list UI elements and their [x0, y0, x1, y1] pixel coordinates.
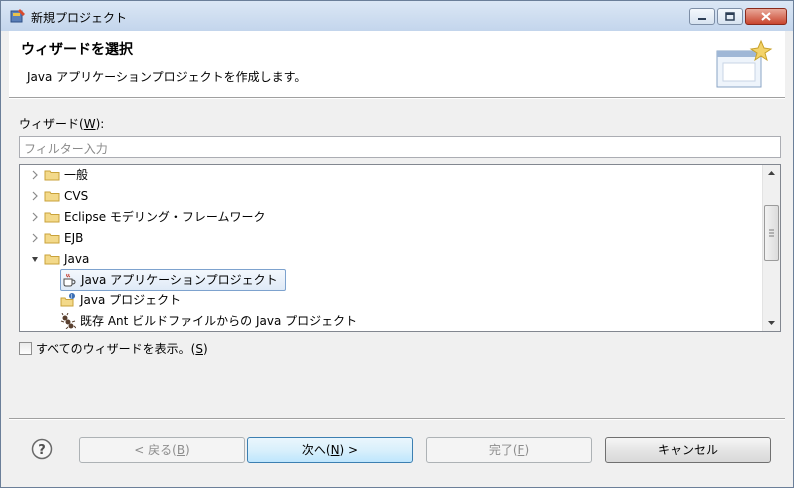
back-button[interactable]: < 戻る(B) — [79, 437, 245, 463]
scroll-down-arrow-icon[interactable] — [763, 314, 780, 331]
svg-text:?: ? — [38, 443, 46, 458]
checkbox-box[interactable] — [19, 342, 32, 355]
window-title: 新規プロジェクト — [31, 11, 128, 25]
tree-item-label: Java アプリケーションプロジェクト — [81, 273, 278, 287]
scroll-up-arrow-icon[interactable] — [763, 165, 780, 182]
new-project-dialog: 新規プロジェクト ウィザードを選択 Java アプリケーションプロジェクトを作成… — [0, 0, 794, 488]
collapse-arrow-icon[interactable] — [30, 254, 40, 264]
tree-item-label: 既存 Ant ビルドファイルからの Java プロジェクト — [80, 314, 358, 328]
grip-icon — [769, 229, 774, 237]
expand-arrow-icon[interactable] — [30, 212, 40, 222]
folder-icon — [44, 233, 60, 244]
expand-arrow-icon[interactable] — [30, 170, 40, 180]
tree-scrollbar[interactable] — [762, 165, 780, 331]
tree-item-label: Java プロジェクト — [80, 293, 182, 307]
next-button[interactable]: 次へ(N) > — [247, 437, 413, 463]
java-app-project-icon — [63, 273, 76, 287]
ant-build-icon — [60, 313, 76, 329]
svg-text:J: J — [70, 294, 72, 300]
finish-button[interactable]: 完了(F) — [426, 437, 592, 463]
maximize-button[interactable] — [717, 8, 743, 25]
folder-icon — [44, 191, 60, 202]
cancel-button[interactable]: キャンセル — [605, 437, 771, 463]
tree-item-label: 一般 — [64, 168, 89, 182]
wizard-tree[interactable]: 一般 CVS Eclipse モデリング・フレームワーク EJB Java Ja… — [19, 164, 781, 332]
tree-item-label: CVS — [64, 189, 89, 203]
tree-item-label: Eclipse モデリング・フレームワーク — [64, 210, 266, 224]
minimize-icon — [698, 18, 706, 20]
java-project-icon: J — [60, 293, 75, 307]
wizard-content: ウィザード(W): フィルター入力 一般 CVS Eclipse モデリング・フ… — [9, 99, 785, 419]
title-bar[interactable]: 新規プロジェクト — [1, 1, 793, 31]
minimize-button[interactable] — [689, 8, 715, 25]
wizard-header: ウィザードを選択 Java アプリケーションプロジェクトを作成します。 — [9, 31, 785, 97]
expand-arrow-icon[interactable] — [30, 191, 40, 201]
tree-item-java-app-project[interactable]: Java アプリケーションプロジェクト — [60, 269, 286, 291]
folder-icon — [44, 212, 60, 223]
filter-input[interactable]: フィルター入力 — [19, 136, 781, 158]
wizard-banner-icon — [716, 39, 773, 88]
scroll-thumb[interactable] — [764, 205, 779, 261]
folder-icon — [44, 170, 60, 181]
help-icon[interactable]: ? — [31, 438, 53, 460]
close-button[interactable] — [745, 8, 787, 25]
page-title: ウィザードを選択 — [21, 42, 133, 58]
maximize-icon — [725, 12, 735, 21]
tree-item-label: Java — [64, 252, 90, 266]
close-icon — [761, 12, 771, 21]
wizards-label: ウィザード(W): — [19, 117, 105, 131]
new-project-wizard-icon — [10, 9, 25, 23]
expand-arrow-icon[interactable] — [30, 233, 40, 243]
folder-icon — [44, 254, 60, 265]
tree-item-label: EJB — [64, 231, 84, 245]
page-description: Java アプリケーションプロジェクトを作成します。 — [27, 70, 307, 84]
show-all-label: すべてのウィザードを表示。(S) — [36, 342, 208, 356]
